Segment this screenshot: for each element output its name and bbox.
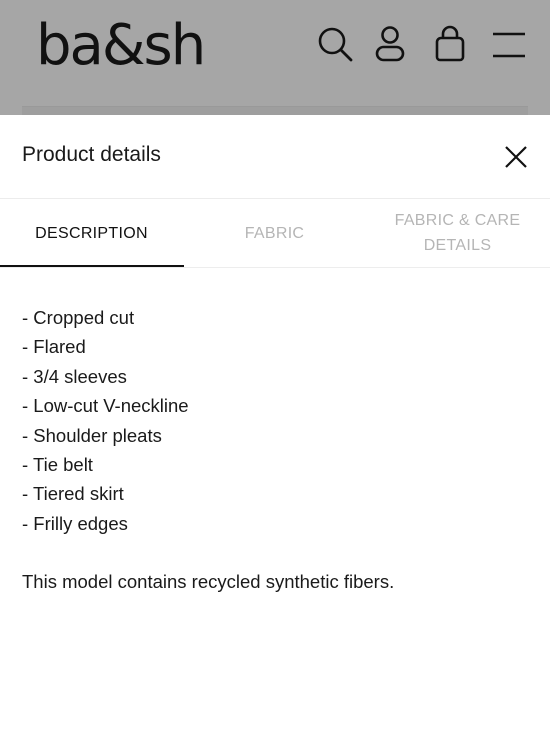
bag-icon[interactable]	[428, 22, 472, 66]
list-item: - Shoulder pleats	[22, 424, 162, 446]
details-tabs: DESCRIPTION FABRIC FABRIC & CARE DETAILS	[0, 199, 550, 268]
feature-list: - Cropped cut - Flared - 3/4 sleeves - L…	[22, 303, 522, 538]
tab-fabric-care-details[interactable]: FABRIC & CARE DETAILS	[366, 199, 549, 267]
list-item: - Frilly edges	[22, 512, 128, 534]
recycled-fibers-note: This model contains recycled synthetic f…	[22, 571, 395, 593]
close-button[interactable]	[500, 141, 532, 173]
tab-fabric-care-label: FABRIC & CARE DETAILS	[394, 212, 521, 254]
tab-description[interactable]: DESCRIPTION	[0, 199, 183, 267]
list-item: - Tie belt	[22, 453, 93, 475]
panel-header: Product details	[0, 115, 550, 199]
tab-fabric[interactable]: FABRIC	[183, 199, 366, 267]
site-header: ba&sh	[0, 0, 550, 116]
brand-logo[interactable]: ba&sh	[36, 14, 206, 78]
list-item: - Low-cut V-neckline	[22, 395, 189, 417]
close-icon	[505, 146, 527, 168]
panel-title: Product details	[22, 143, 161, 166]
tab-fabric-label: FABRIC	[244, 224, 305, 242]
menu-icon[interactable]	[487, 22, 531, 66]
list-item: - 3/4 sleeves	[22, 365, 127, 387]
list-item: - Flared	[22, 336, 86, 358]
tab-description-label: DESCRIPTION	[35, 224, 148, 242]
list-item: - Tiered skirt	[22, 483, 124, 505]
search-icon[interactable]	[313, 22, 357, 66]
account-icon[interactable]	[368, 22, 412, 66]
list-item: - Cropped cut	[22, 307, 135, 328]
description-content: - Cropped cut - Flared - 3/4 sleeves - L…	[22, 303, 522, 596]
active-tab-indicator	[0, 265, 184, 267]
product-details-panel: Product details DESCRIPTION FABRIC FABRI…	[0, 115, 550, 733]
